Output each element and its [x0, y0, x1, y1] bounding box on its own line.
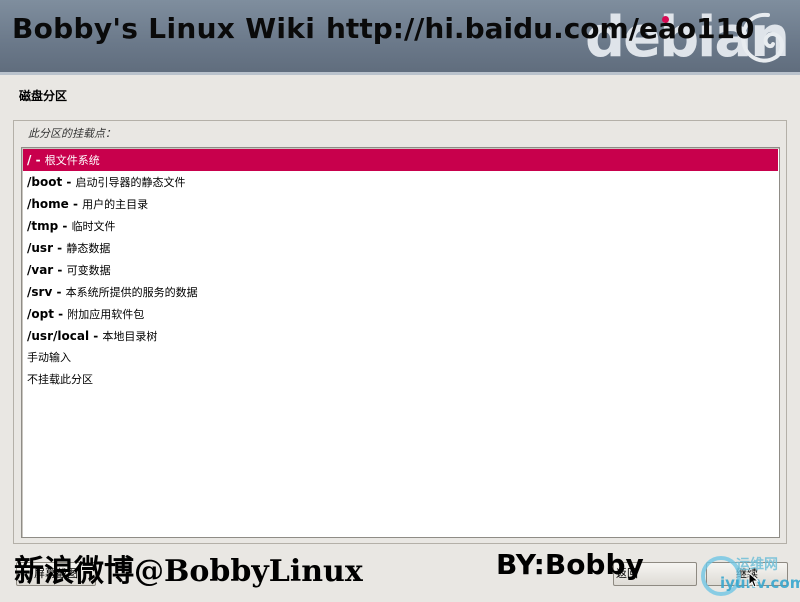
mount-description: 不挂载此分区 [27, 373, 93, 386]
mount-description: 本地目录树 [102, 330, 158, 343]
list-item[interactable]: /usr - 静态数据 [22, 237, 779, 259]
list-item[interactable]: /boot - 启动引导器的静态文件 [22, 171, 779, 193]
mount-point-panel: 此分区的挂载点： / - 根文件系统/boot - 启动引导器的静态文件/hom… [13, 120, 787, 544]
mount-path: /opt [27, 307, 54, 321]
mount-separator: - [68, 197, 83, 211]
mount-path: /usr [27, 241, 53, 255]
mount-path: /var [27, 263, 54, 277]
mount-path: /home [27, 197, 69, 211]
mount-separator: - [58, 219, 72, 233]
list-item[interactable]: /srv - 本系统所提供的服务的数据 [22, 281, 779, 303]
list-item[interactable]: /opt - 附加应用软件包 [22, 303, 779, 325]
mount-path: /srv [27, 285, 53, 299]
overlay-author-text: BY:Bobby [496, 548, 644, 581]
list-item[interactable]: 不挂载此分区 [22, 369, 779, 391]
mount-separator: - [53, 241, 67, 255]
mount-description: 启动引导器的静态文件 [75, 176, 186, 189]
mount-path: /boot [27, 175, 63, 189]
mount-separator: - [52, 285, 66, 299]
header-banner: debian Bobby's Linux Wiki http://hi.baid… [0, 0, 800, 75]
mount-separator: - [53, 307, 68, 321]
overlay-weibo-text: 新浪微博@BobbyLinux [14, 554, 363, 589]
mount-description: 手动输入 [27, 351, 71, 364]
mount-point-list[interactable]: / - 根文件系统/boot - 启动引导器的静态文件/home - 用户的主目… [21, 147, 780, 538]
page-title: 磁盘分区 [19, 89, 68, 103]
list-item[interactable]: /tmp - 临时文件 [22, 215, 779, 237]
mount-description: 静态数据 [66, 242, 111, 255]
list-item[interactable]: / - 根文件系统 [23, 149, 778, 171]
overlay-site-url: http://hi.baidu.com/eao110 [326, 12, 755, 45]
mount-point-prompt: 此分区的挂载点： [28, 127, 116, 140]
mount-separator: - [31, 153, 45, 167]
mount-description: 本系统所提供的服务的数据 [65, 286, 198, 299]
mount-separator: - [89, 329, 103, 343]
mount-description: 附加应用软件包 [67, 308, 145, 321]
mount-description: 可变数据 [66, 264, 111, 277]
list-item[interactable]: /var - 可变数据 [22, 259, 779, 281]
mount-description: 用户的主目录 [82, 198, 149, 211]
list-item[interactable]: 手动输入 [22, 347, 779, 369]
mount-separator: - [62, 175, 76, 189]
mouse-cursor-icon [748, 572, 760, 588]
mount-path: /tmp [27, 219, 59, 233]
watermark-text-cn: 运维网 [736, 557, 778, 573]
mount-separator: - [53, 263, 67, 277]
mount-description: 根文件系统 [44, 154, 100, 167]
overlay-site-title: Bobby's Linux Wiki [12, 12, 316, 45]
list-item[interactable]: /home - 用户的主目录 [22, 193, 779, 215]
watermark-text-url: iyunv.com [720, 574, 800, 592]
list-item[interactable]: /usr/local - 本地目录树 [22, 325, 779, 347]
mount-description: 临时文件 [71, 220, 116, 233]
mount-path: /usr/local [27, 329, 90, 343]
